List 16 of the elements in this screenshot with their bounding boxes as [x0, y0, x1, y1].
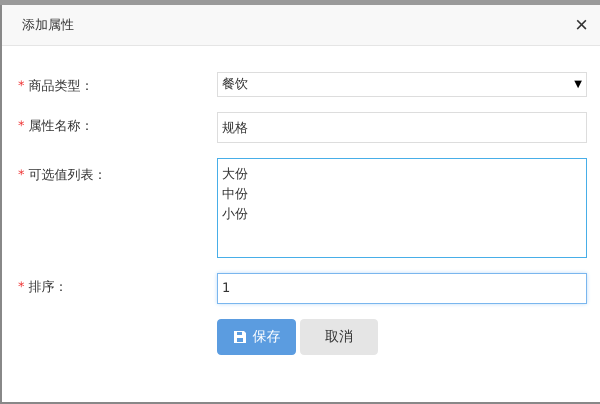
select-field[interactable]: 餐饮 ▼ [217, 72, 587, 97]
textarea-field[interactable]: 大份 中份 小份 [217, 158, 587, 258]
required-mark: * [18, 168, 24, 183]
field-label: 商品类型： [28, 79, 94, 94]
caret-icon: ▼ [574, 73, 582, 96]
field-label: 排序： [28, 280, 68, 295]
required-mark: * [18, 280, 24, 295]
dialog-title: 添加属性 [22, 17, 74, 34]
required-mark: * [18, 119, 24, 134]
required-mark: * [18, 79, 24, 94]
input-field[interactable]: 1 [217, 273, 587, 304]
field-label: 可选值列表： [28, 168, 106, 183]
field-label: 属性名称： [28, 119, 94, 134]
close-button[interactable]: × [575, 14, 588, 36]
input-field[interactable]: 规格 [217, 112, 587, 143]
cancel-button[interactable]: 取消 [300, 319, 378, 355]
